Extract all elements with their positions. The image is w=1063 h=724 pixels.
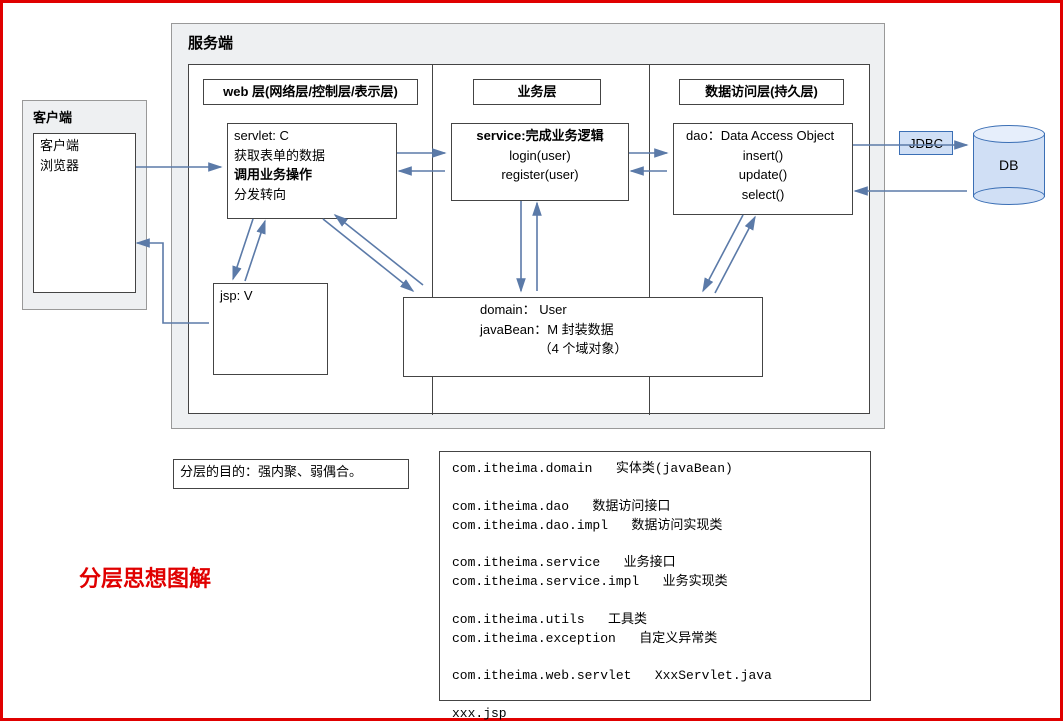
client-inner: 客户端 浏览器	[33, 133, 136, 293]
servlet-l2: 调用业务操作	[234, 165, 390, 185]
dao-l0: dao：Data Access Object	[680, 126, 846, 146]
domain-box: domain： User javaBean：M 封装数据 （4 个域对象）	[403, 297, 763, 377]
purpose-text: 分层的目的：强内聚、弱偶合。	[180, 464, 362, 479]
servlet-box: servlet: C 获取表单的数据 调用业务操作 分发转向	[227, 123, 397, 219]
client-container: 客户端 客户端 浏览器	[22, 100, 147, 310]
domain-l2: （4 个域对象）	[410, 339, 756, 359]
domain-l1: javaBean：M 封装数据	[410, 320, 756, 340]
service-layer-header: 业务层	[473, 79, 601, 105]
servlet-l0: servlet: C	[234, 126, 390, 146]
domain-l0: domain： User	[410, 300, 756, 320]
server-container: 服务端 web 层(网络层/控制层/表示层) servlet: C 获取表单的数…	[171, 23, 885, 429]
jsp-box: jsp: V	[213, 283, 328, 375]
client-line-0: 客户端	[40, 136, 129, 156]
service-l2: register(user)	[458, 165, 622, 185]
packages-box: com.itheima.domain 实体类(javaBean) com.ith…	[439, 451, 871, 701]
web-layer-header: web 层(网络层/控制层/表示层)	[203, 79, 418, 105]
dao-box: dao：Data Access Object insert() update()…	[673, 123, 853, 215]
jdbc-box: JDBC	[899, 131, 953, 155]
dao-layer-header: 数据访问层(持久层)	[679, 79, 844, 105]
dao-l2: update()	[680, 165, 846, 185]
service-l0: service:完成业务逻辑	[458, 126, 622, 146]
server-inner: web 层(网络层/控制层/表示层) servlet: C 获取表单的数据 调用…	[188, 64, 870, 414]
servlet-l1: 获取表单的数据	[234, 146, 390, 166]
db-label: DB	[999, 157, 1018, 173]
client-line-1: 浏览器	[40, 156, 129, 176]
server-title: 服务端	[188, 32, 233, 53]
service-l1: login(user)	[458, 146, 622, 166]
dao-l3: select()	[680, 185, 846, 205]
diagram-title: 分层思想图解	[79, 561, 211, 593]
diagram-canvas: 客户端 客户端 浏览器 服务端 web 层(网络层/控制层/表示层) servl…	[0, 0, 1063, 721]
purpose-box: 分层的目的：强内聚、弱偶合。	[173, 459, 409, 489]
servlet-l3: 分发转向	[234, 185, 390, 205]
dao-l1: insert()	[680, 146, 846, 166]
client-title: 客户端	[33, 107, 72, 126]
service-box: service:完成业务逻辑 login(user) register(user…	[451, 123, 629, 201]
